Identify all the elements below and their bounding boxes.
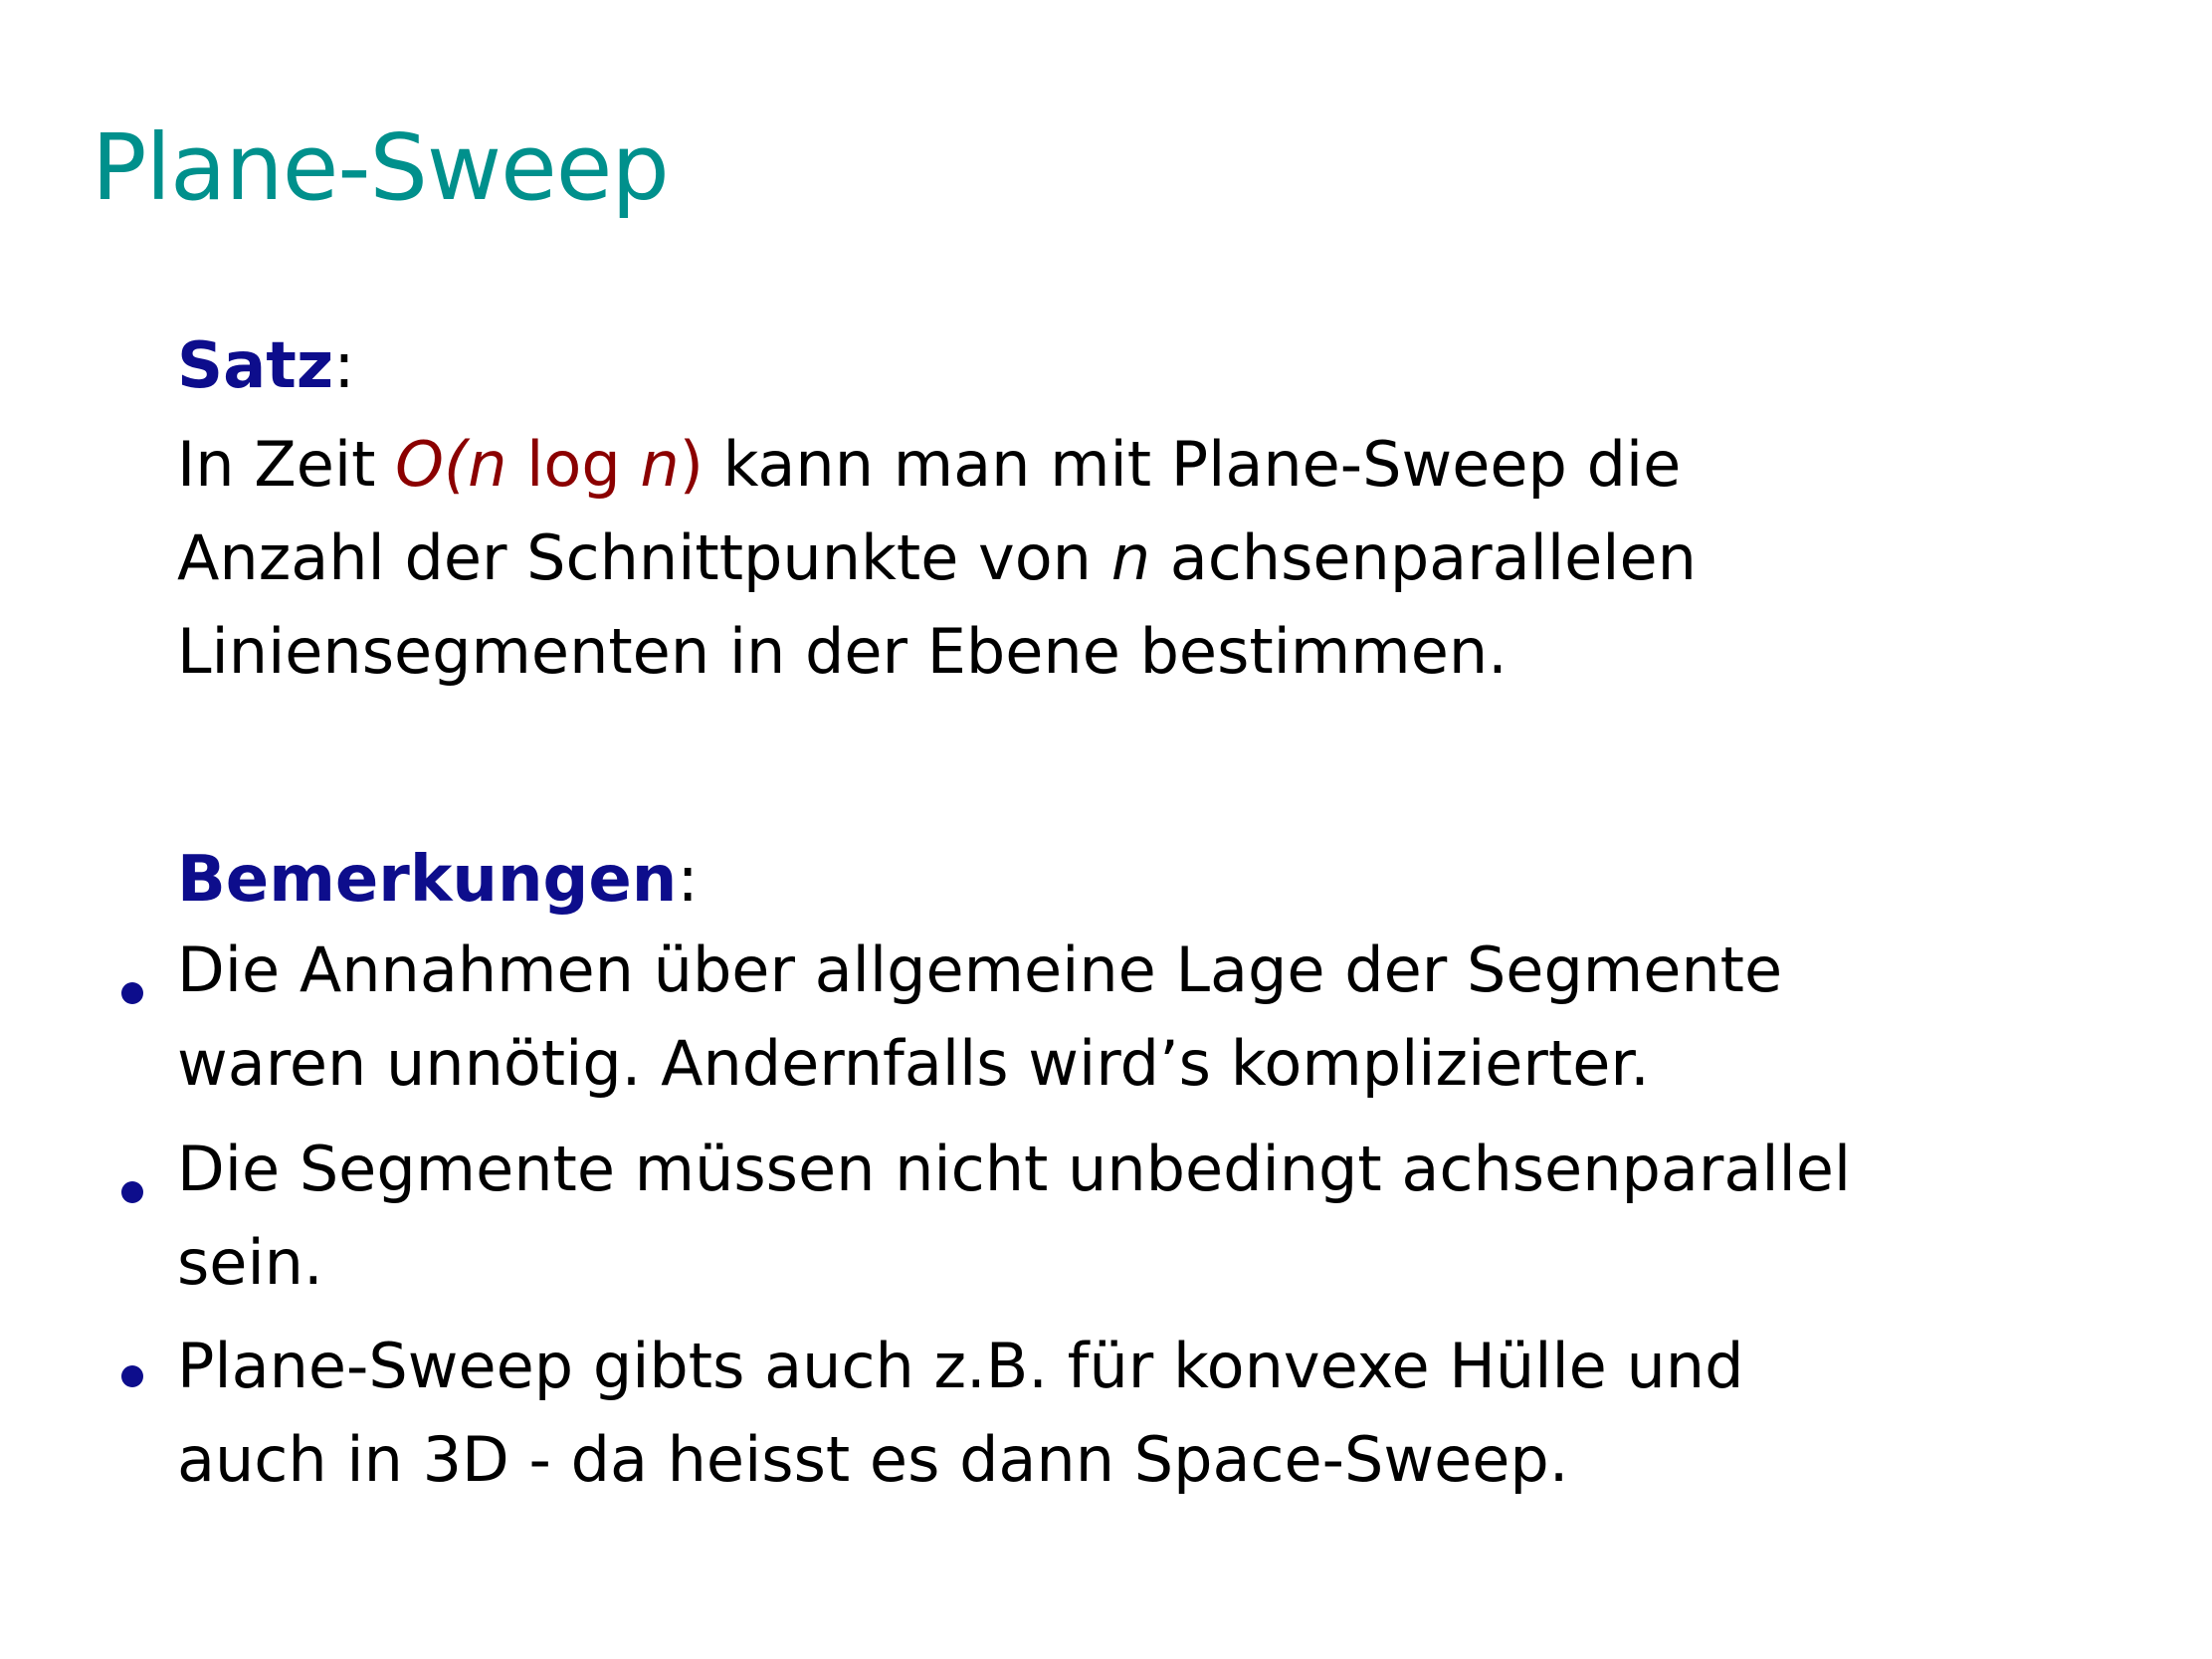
remark-item-2: Die Segmente müssen nicht unbedingt achs…	[177, 1123, 1851, 1310]
remark-item-1: Die Annahmen über allgemeine Lage der Se…	[177, 924, 1782, 1111]
remark-3-line-2: auch in 3D - da heisst es dann Space-Swe…	[177, 1423, 1569, 1496]
remark-2-line-1: Die Segmente müssen nicht unbedingt achs…	[177, 1133, 1852, 1205]
remarks-list: Die Annahmen über allgemeine Lage der Se…	[0, 0, 2212, 1659]
bullet-icon	[121, 1181, 143, 1203]
remark-1-line-1: Die Annahmen über allgemeine Lage der Se…	[177, 933, 1783, 1006]
bullet-icon	[121, 1365, 143, 1387]
bullet-icon	[121, 982, 143, 1004]
remark-1-line-2: waren unnötig. Andernfalls wird’s kompli…	[177, 1027, 1650, 1100]
remark-2-line-2: sein.	[177, 1226, 323, 1299]
remark-3-line-1: Plane-Sweep gibts auch z.B. für konvexe …	[177, 1330, 1744, 1402]
remark-item-3: Plane-Sweep gibts auch z.B. für konvexe …	[177, 1320, 1743, 1507]
